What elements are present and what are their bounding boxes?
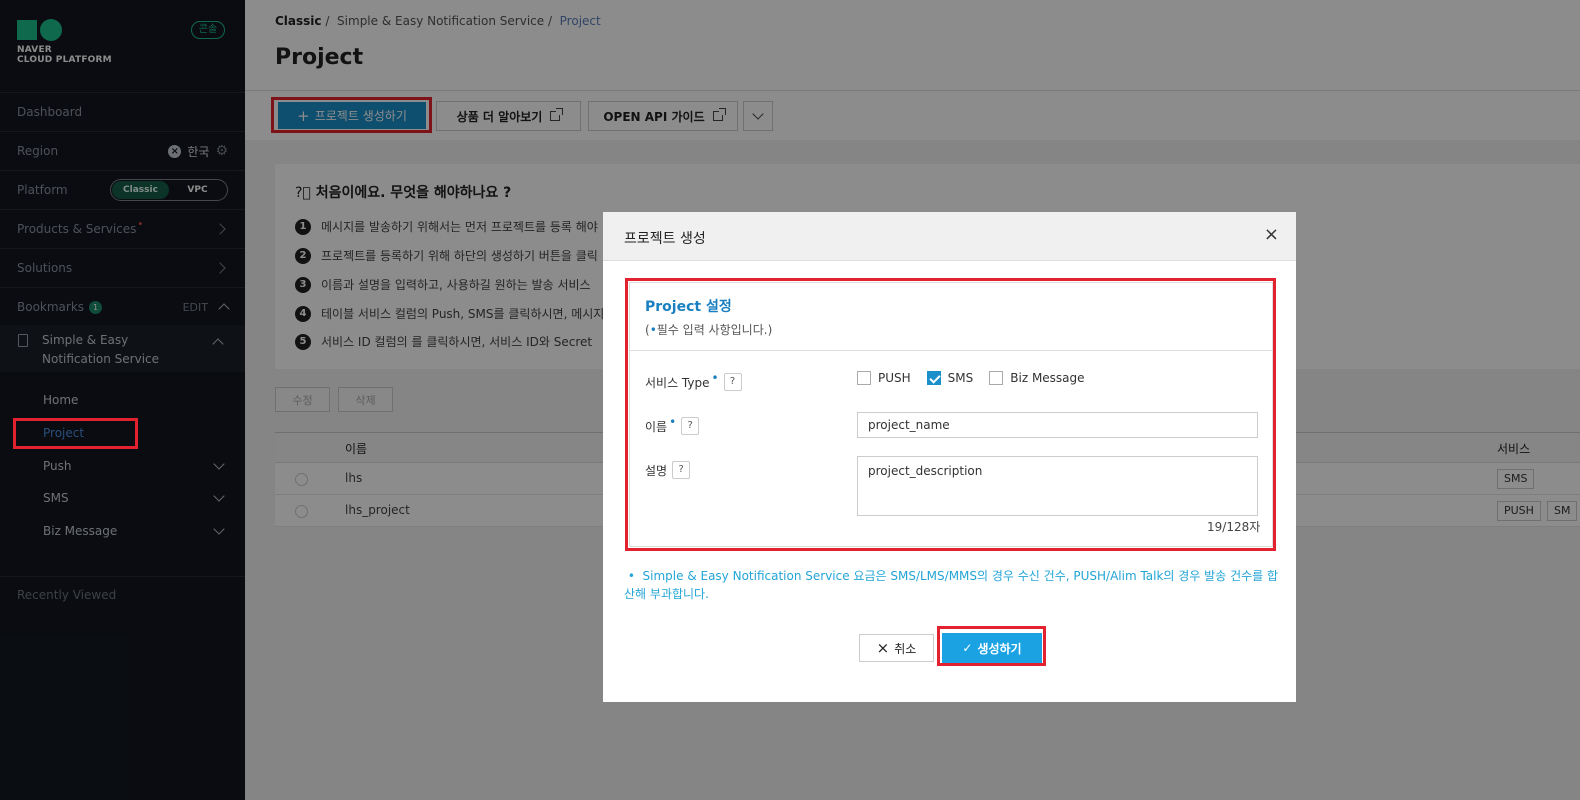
pricing-notice: • Simple & Easy Notification Service 요금은… (624, 569, 1279, 601)
cancel-button[interactable]: × 취소 (859, 634, 934, 662)
close-icon[interactable]: × (1264, 226, 1279, 244)
highlight-box (625, 278, 1276, 551)
create-project-modal: 프로젝트 생성 × Project 설정 (•필수 입력 사항입니다.) 서비스… (603, 212, 1296, 702)
modal-title: 프로젝트 생성 (624, 231, 706, 247)
highlight-box (13, 418, 138, 449)
close-icon: × (876, 639, 890, 657)
highlight-box (937, 626, 1046, 666)
